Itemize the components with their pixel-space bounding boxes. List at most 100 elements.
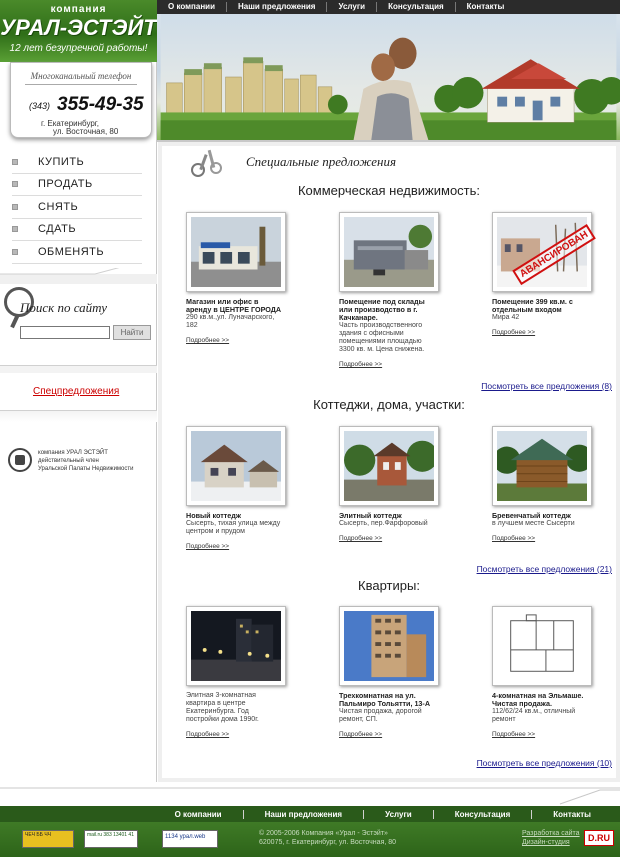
listing-title: 4-комнатная на Эльмаше. Чистая продажа. xyxy=(492,691,584,708)
uralweb-counter-badge[interactable]: 1134 урал.web xyxy=(162,830,218,848)
listing-photo-frame[interactable] xyxy=(339,426,439,506)
listing-card[interactable]: Помещение под склады или производство в … xyxy=(339,212,439,368)
header-banner-image xyxy=(157,14,620,142)
menu-item-rent[interactable]: СНЯТЬ xyxy=(12,196,142,219)
left-column: компания УРАЛ-ЭСТЭЙТ 12 лет безупречной … xyxy=(0,0,157,806)
nav-offers[interactable]: Наши предложения xyxy=(227,2,328,12)
listing-photo-frame[interactable] xyxy=(186,426,286,506)
footer-nav-consultation[interactable]: Консультация xyxy=(434,809,533,819)
menu-item-sell[interactable]: ПРОДАТЬ xyxy=(12,174,142,196)
listing-card[interactable]: Магазин или офис в аренду в ЦЕНТРЕ ГОРОД… xyxy=(186,212,286,344)
details-link[interactable]: Подробнее >> xyxy=(339,731,435,738)
membership-line: Уральской Палаты Недвижимости xyxy=(38,466,134,472)
details-link[interactable]: Подробнее >> xyxy=(492,731,588,738)
company-logo[interactable]: компания УРАЛ-ЭСТЭЙТ 12 лет безупречной … xyxy=(0,0,157,62)
dev-credit-line: Разработка сайта xyxy=(522,830,580,837)
footer-divider xyxy=(0,782,620,806)
phone-box: Многоканальный телефон (343) 355-49-35 г… xyxy=(10,62,152,138)
listing-description: Сысерть, пер.Фарфоровый xyxy=(339,520,428,527)
listing-photo-frame[interactable] xyxy=(186,606,286,686)
footer-nav-about[interactable]: О компании xyxy=(154,809,244,819)
phone-code: (343) xyxy=(29,101,51,111)
keys-icon xyxy=(191,149,222,177)
menu-item-label: ОБМЕНЯТЬ xyxy=(38,245,105,258)
developer-credits[interactable]: Разработка сайта Дизайн-студия xyxy=(522,829,580,847)
menu-item-buy[interactable]: КУПИТЬ xyxy=(12,151,142,174)
listing-title: Новый коттедж xyxy=(186,511,241,520)
copyright: © 2005-2006 Компания «Урал - Эстэйт» 620… xyxy=(259,829,396,847)
content-panel: Специальные предложения Коммерческая нед… xyxy=(162,146,616,778)
listing-card[interactable]: Бревенчатый коттедж в лучшем месте Сысер… xyxy=(492,426,593,542)
listing-photo-frame[interactable] xyxy=(339,606,439,686)
nav-about[interactable]: О компании xyxy=(157,2,227,12)
search-title: Поиск по сайту xyxy=(20,300,108,315)
listing-description: Часть производственного здания с офисным… xyxy=(339,322,425,353)
see-all-apartments-link[interactable]: Посмотреть все предложения (10) xyxy=(477,758,612,768)
details-link[interactable]: Подробнее >> xyxy=(492,329,588,336)
details-link[interactable]: Подробнее >> xyxy=(186,337,282,344)
listing-photo-frame[interactable] xyxy=(186,212,286,292)
footer-address: 620075, г. Екатеринбург, ул. Восточная, … xyxy=(259,839,397,846)
listing-title: Элитный коттедж xyxy=(339,511,402,520)
square-bullet-icon xyxy=(12,181,18,188)
listing-title: Бревенчатый коттедж xyxy=(492,511,571,520)
details-link[interactable]: Подробнее >> xyxy=(186,731,282,738)
menu-item-exchange[interactable]: ОБМЕНЯТЬ xyxy=(12,241,142,264)
counter-text: mail.ru 383 13401 41 xyxy=(87,832,134,838)
nav-services[interactable]: Услуги xyxy=(327,2,378,12)
divider-swoosh xyxy=(0,268,157,284)
studio-logo[interactable]: D.RU xyxy=(584,830,614,846)
chamber-emblem-icon xyxy=(8,448,32,472)
logo-company-label: компания xyxy=(50,4,107,15)
mailru-counter-badge[interactable]: mail.ru 383 13401 41 xyxy=(84,830,138,848)
listing-card[interactable]: Новый коттедж Сысерть, тихая улица между… xyxy=(186,426,286,550)
shop-photo xyxy=(191,217,281,287)
listing-card[interactable]: Элитный коттедж Сысерть, пер.Фарфоровый … xyxy=(339,426,439,542)
listing-title: Магазин или офис в аренду в ЦЕНТРЕ ГОРОД… xyxy=(186,297,282,314)
main-menu: КУПИТЬ ПРОДАТЬ СНЯТЬ СДАТЬ ОБМЕНЯТЬ xyxy=(12,151,142,264)
dev-credit-line: Дизайн-студия xyxy=(522,839,570,846)
counter-badge[interactable]: ЧЕЧ ББ ЧЧ xyxy=(22,830,74,848)
listing-card[interactable]: 4-комнатная на Эльмаше. Чистая продажа. … xyxy=(492,606,592,738)
listing-description: Сысерть, тихая улица между центром и пру… xyxy=(186,520,281,535)
see-all-commercial-link[interactable]: Посмотреть все предложения (8) xyxy=(481,381,612,391)
details-link[interactable]: Подробнее >> xyxy=(339,361,435,368)
square-bullet-icon xyxy=(12,203,18,210)
section-title-commercial: Коммерческая недвижимость: xyxy=(297,183,481,198)
page-title: Специальные предложения xyxy=(246,154,397,169)
site-search: Поиск по сайту Найти xyxy=(0,285,157,365)
listing-description: Элитная 3-комнатная квартира в центре Ек… xyxy=(186,692,259,723)
see-all-cottages-link[interactable]: Посмотреть все предложения (21) xyxy=(477,564,612,574)
details-link[interactable]: Подробнее >> xyxy=(186,543,282,550)
search-button[interactable]: Найти xyxy=(113,325,151,340)
menu-item-let[interactable]: СДАТЬ xyxy=(12,219,142,241)
divider xyxy=(0,410,157,422)
details-link[interactable]: Подробнее >> xyxy=(492,535,588,542)
listing-photo-frame[interactable] xyxy=(492,606,592,686)
nav-consultation[interactable]: Консультация xyxy=(377,2,456,12)
section-title-cottages: Коттеджи, дома, участки: xyxy=(313,397,465,412)
listing-card[interactable]: Трехкомнатная на ул. Пальмиро Тольятти, … xyxy=(339,606,439,738)
menu-item-label: СДАТЬ xyxy=(38,223,77,236)
footer-nav-contacts[interactable]: Контакты xyxy=(532,810,612,819)
menu-item-label: ПРОДАТЬ xyxy=(38,178,93,191)
listing-title: Трехкомнатная на ул. Пальмиро Тольятти, … xyxy=(339,691,431,708)
listing-card[interactable]: Элитная 3-комнатная квартира в центре Ек… xyxy=(186,606,286,738)
address-line-2: ул. Восточная, 80 xyxy=(53,127,119,136)
details-link[interactable]: Подробнее >> xyxy=(339,535,435,542)
special-offers-link[interactable]: Спецпредложения xyxy=(33,386,119,397)
phone-label: Многоканальный телефон xyxy=(30,71,132,81)
footer-bar: ЧЕЧ ББ ЧЧ mail.ru 383 13401 41 1134 урал… xyxy=(0,822,620,857)
listing-description: Чистая продажа, дорогой ремонт, СП. xyxy=(339,708,422,723)
square-bullet-icon xyxy=(12,248,18,255)
footer-nav-offers[interactable]: Наши предложения xyxy=(244,809,365,819)
listing-photo-frame[interactable] xyxy=(339,212,439,292)
search-input[interactable] xyxy=(20,326,110,339)
footer-nav-services[interactable]: Услуги xyxy=(364,809,434,819)
listing-card[interactable]: Помещение 399 кв.м. с отдельным входом М… xyxy=(492,212,597,336)
elite-cottage-photo xyxy=(344,431,438,501)
nav-contacts[interactable]: Контакты xyxy=(456,2,516,12)
magnifier-handle xyxy=(10,313,20,329)
tower-photo xyxy=(344,611,434,681)
listing-photo-frame[interactable] xyxy=(492,426,593,506)
